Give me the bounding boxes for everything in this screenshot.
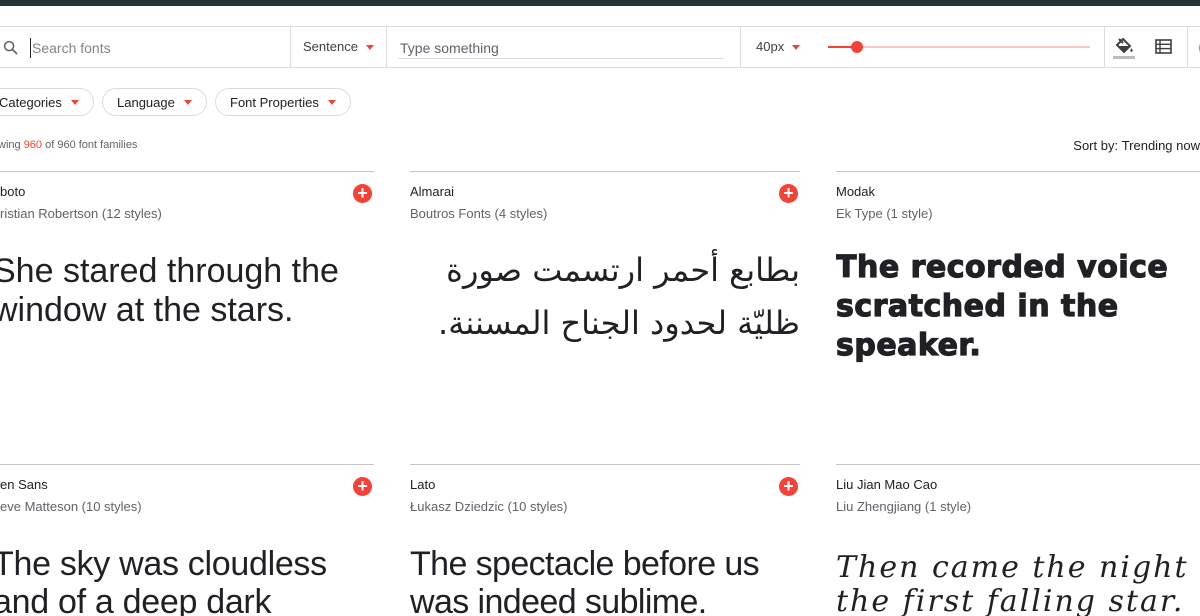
slider-thumb[interactable]	[850, 41, 863, 53]
font-properties-filter-label: Font Properties	[230, 94, 319, 110]
sort-label: Sort by:	[1073, 138, 1122, 153]
search-icon	[3, 40, 18, 55]
font-name: boto	[0, 184, 26, 199]
count-shown: 960	[23, 139, 43, 151]
add-font-button[interactable]: +	[353, 184, 372, 203]
font-sample: Then came the night of the first falling…	[836, 550, 1200, 616]
top-app-bar-edge	[0, 0, 1200, 6]
sort-dropdown[interactable]: Sort by: Trending now	[1073, 138, 1200, 153]
font-card[interactable]: en Sans eve Matteson (10 styles) + The s…	[0, 464, 374, 616]
font-author: Łukasz Dziedzic (10 styles)	[410, 499, 568, 514]
divider	[1187, 27, 1188, 67]
divider	[1104, 27, 1105, 67]
font-author: eve Matteson (10 styles)	[0, 499, 142, 514]
refresh-icon[interactable]	[1194, 39, 1200, 57]
font-card[interactable]: Liu Jian Mao Cao Liu Zhengjiang (1 style…	[836, 464, 1200, 616]
font-author: Ek Type (1 style)	[836, 206, 933, 221]
font-author: ristian Robertson (12 styles)	[0, 206, 162, 221]
add-font-button[interactable]: +	[779, 477, 798, 496]
add-font-button[interactable]: +	[353, 477, 372, 496]
font-sample: بطابع أحمر ارتسمت صورة ظليّة لحدود الجنا…	[438, 251, 800, 342]
font-card[interactable]: Almarai Boutros Fonts (4 styles) + بطابع…	[410, 171, 800, 461]
font-sample: The spectacle before us was indeed subli…	[410, 545, 760, 616]
chevron-down-icon	[792, 44, 801, 50]
font-name: Liu Jian Mao Cao	[836, 477, 938, 492]
font-card[interactable]: Modak Ek Type (1 style) The recorded voi…	[836, 171, 1200, 461]
results-count: wing 960 of 960 font families	[0, 139, 137, 151]
sort-value: Trending now	[1121, 138, 1200, 153]
font-name: en Sans	[0, 477, 48, 492]
font-card[interactable]: Lato Łukasz Dziedzic (10 styles) + The s…	[410, 464, 800, 616]
font-author: Boutros Fonts (4 styles)	[410, 206, 548, 221]
list-view-icon[interactable]	[1155, 39, 1172, 54]
paint-bucket-icon[interactable]	[1113, 36, 1135, 60]
language-filter[interactable]: Language	[102, 88, 207, 116]
language-filter-label: Language	[117, 94, 175, 110]
toolbar: Sentence 40px	[0, 26, 1200, 68]
add-font-button[interactable]: +	[779, 184, 798, 203]
preview-mode-label: Sentence	[303, 39, 358, 54]
divider	[386, 27, 387, 67]
chevron-down-icon	[327, 100, 336, 105]
count-prefix: wing	[0, 139, 24, 151]
chevron-down-icon	[183, 100, 192, 105]
font-author: Liu Zhengjiang (1 style)	[836, 499, 972, 514]
font-size-label: 40px	[756, 39, 785, 54]
font-name: Almarai	[410, 184, 455, 199]
preview-mode-dropdown[interactable]: Sentence	[303, 39, 374, 54]
font-size-dropdown[interactable]: 40px	[756, 39, 801, 54]
font-properties-filter[interactable]: Font Properties	[215, 88, 351, 116]
font-sample: She stared through the window at the sta…	[0, 252, 339, 329]
search-input[interactable]	[30, 38, 270, 58]
chevron-down-icon	[365, 44, 374, 50]
preview-text-input[interactable]	[398, 37, 724, 59]
font-sample: The sky was cloudless and of a deep dark	[0, 545, 327, 616]
count-suffix: of 960 font families	[42, 139, 138, 151]
chevron-down-icon	[70, 100, 79, 105]
categories-filter[interactable]: Categories	[0, 88, 94, 116]
divider	[740, 27, 741, 67]
font-sample: The recorded voice scratched in the spea…	[836, 249, 1169, 363]
categories-filter-label: Categories	[0, 94, 62, 110]
divider	[290, 27, 291, 67]
font-name: Lato	[410, 477, 436, 492]
font-name: Modak	[836, 184, 876, 199]
font-card[interactable]: boto ristian Robertson (12 styles) + She…	[0, 171, 374, 461]
font-size-slider[interactable]	[828, 41, 1090, 53]
